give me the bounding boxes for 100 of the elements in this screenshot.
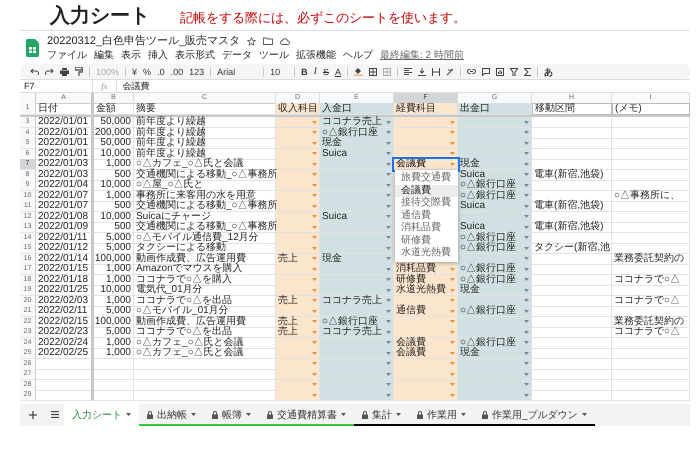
dropdown-cell[interactable] (320, 274, 394, 286)
dropdown-arrow-icon[interactable] (524, 173, 529, 176)
dropdown-cell[interactable] (320, 380, 394, 390)
dropdown-cell[interactable] (320, 243, 394, 254)
dropdown-arrow-icon[interactable] (450, 278, 455, 281)
dropdown-arrow-icon[interactable] (524, 383, 529, 386)
dropdown-arrow-icon[interactable] (524, 372, 529, 376)
menu-item[interactable]: ツール (259, 48, 289, 62)
dropdown-arrow-icon[interactable] (524, 194, 529, 197)
dropdown-cell[interactable] (458, 358, 532, 370)
dropdown-arrow-icon[interactable] (524, 246, 529, 250)
dropdown-arrow-icon[interactable] (312, 152, 317, 155)
dropdown-arrow-icon[interactable] (450, 299, 455, 302)
dropdown-arrow-icon[interactable] (386, 226, 391, 228)
dropdown-arrow-icon[interactable] (524, 341, 529, 344)
dropdown-arrow-icon[interactable] (312, 142, 317, 144)
sheet-tab[interactable]: 出納帳 (139, 404, 204, 426)
dropdown-arrow-icon[interactable] (524, 226, 529, 228)
dropdown-cell[interactable]: Suica (458, 201, 532, 212)
dropdown-arrow-icon[interactable] (312, 320, 317, 323)
menu-item[interactable]: ヘルプ (343, 48, 373, 62)
dropdown-arrow-icon[interactable] (312, 226, 317, 228)
link-icon[interactable] (467, 69, 476, 74)
cloud-icon[interactable] (280, 38, 290, 44)
dropdown-arrow-icon[interactable] (386, 173, 391, 176)
menu-item[interactable]: 拡張機能 (296, 48, 336, 62)
dropdown-cell[interactable]: ○△銀行口座 (458, 338, 532, 348)
dropdown-arrow-icon[interactable] (312, 215, 317, 218)
star-icon[interactable] (247, 36, 256, 46)
dropdown-cell[interactable]: ココナラ売上 (320, 327, 394, 338)
dropdown-arrow-icon[interactable] (386, 246, 391, 250)
dropdown-option[interactable]: 消耗品費 (395, 222, 458, 234)
dropdown-cell[interactable]: 現金 (320, 254, 394, 264)
dropdown-cell[interactable] (394, 358, 458, 370)
dropdown-cell[interactable] (458, 380, 532, 390)
dropdown-cell[interactable]: 消耗品費 (394, 264, 458, 275)
dropdown-arrow-icon[interactable] (450, 330, 455, 334)
sheet-tab[interactable]: 入力シート (64, 404, 139, 426)
menu-item[interactable]: 編集 (94, 48, 114, 62)
dropdown-option[interactable]: 旅費交通費 (395, 172, 458, 184)
dropdown-cell[interactable] (276, 243, 320, 254)
dropdown-arrow-icon[interactable] (386, 383, 391, 386)
dropdown-arrow-icon[interactable] (386, 236, 391, 239)
dropdown-cell[interactable] (276, 201, 320, 212)
dropdown-arrow-icon[interactable] (524, 299, 529, 302)
dropdown-arrow-icon[interactable] (386, 194, 391, 197)
dropdown-cell[interactable] (320, 222, 394, 233)
dropdown-arrow-icon[interactable] (524, 330, 529, 334)
dropdown-arrow-icon[interactable] (312, 246, 317, 250)
dropdown-cell[interactable] (394, 117, 458, 128)
dropdown-option[interactable]: 通信費 (395, 210, 458, 222)
dropdown-cell[interactable] (276, 358, 320, 370)
bold-button[interactable]: B (301, 66, 308, 78)
dropdown-cell[interactable]: 売上 (276, 254, 320, 264)
dropdown-arrow-icon[interactable] (524, 362, 529, 365)
dropdown-arrow-icon[interactable] (386, 310, 391, 312)
dropdown-arrow-icon[interactable] (312, 162, 317, 166)
dropdown-cell[interactable]: 水道光熱費 (394, 285, 458, 296)
dropdown-arrow-icon[interactable] (312, 330, 317, 334)
dropdown-cell[interactable] (276, 128, 320, 138)
dropdown-cell[interactable] (320, 170, 394, 180)
dropdown-cell[interactable] (276, 159, 320, 170)
folder-icon[interactable] (263, 37, 274, 45)
fill-color-icon[interactable] (354, 67, 363, 76)
dropdown-arrow-icon[interactable] (524, 215, 529, 218)
dropdown-arrow-icon[interactable] (386, 299, 391, 302)
document-title[interactable]: 20220312_白色申告ツール_販売マスタ (47, 34, 240, 48)
dropdown-arrow-icon[interactable] (524, 236, 529, 239)
plus-icon[interactable] (29, 410, 37, 418)
dropdown-cell[interactable] (458, 138, 532, 149)
dropdown-arrow-icon[interactable] (386, 320, 391, 323)
menu-item[interactable]: 挿入 (148, 48, 168, 62)
decrease-decimal-button[interactable]: .0 (157, 66, 165, 78)
dropdown-arrow-icon[interactable] (450, 310, 455, 312)
dropdown-arrow-icon[interactable] (450, 131, 455, 134)
dropdown-cell[interactable] (458, 117, 532, 128)
font-size-select[interactable]: 10 (270, 66, 288, 78)
dropdown-cell[interactable] (458, 212, 532, 222)
dropdown-arrow-icon[interactable] (524, 320, 529, 323)
dropdown-cell[interactable] (458, 148, 532, 160)
dropdown-arrow-icon[interactable] (312, 352, 317, 354)
dropdown-cell[interactable] (320, 264, 394, 275)
align-icon[interactable] (404, 68, 412, 75)
dropdown-cell[interactable]: ○△銀行口座 (458, 180, 532, 191)
dropdown-arrow-icon[interactable] (450, 383, 455, 386)
menu-item[interactable]: データ (222, 48, 252, 62)
dropdown-cell[interactable] (320, 180, 394, 191)
dropdown-cell[interactable] (320, 369, 394, 380)
menu-item[interactable]: 表示形式 (175, 48, 215, 62)
dropdown-arrow-icon[interactable] (312, 268, 317, 270)
dropdown-arrow-icon[interactable] (312, 372, 317, 376)
last-edit-link[interactable]: 最終編集: 2 時間前 (380, 48, 464, 62)
dropdown-arrow-icon[interactable] (386, 184, 391, 186)
dropdown-option[interactable]: 研修費 (395, 234, 458, 247)
dropdown-arrow-icon[interactable] (450, 394, 455, 396)
dropdown-option[interactable]: 会議費 (395, 184, 458, 197)
dropdown-arrow-icon[interactable] (386, 352, 391, 354)
dropdown-cell[interactable] (276, 264, 320, 275)
dropdown-cell[interactable] (276, 306, 320, 317)
dropdown-arrow-icon[interactable] (386, 268, 391, 270)
